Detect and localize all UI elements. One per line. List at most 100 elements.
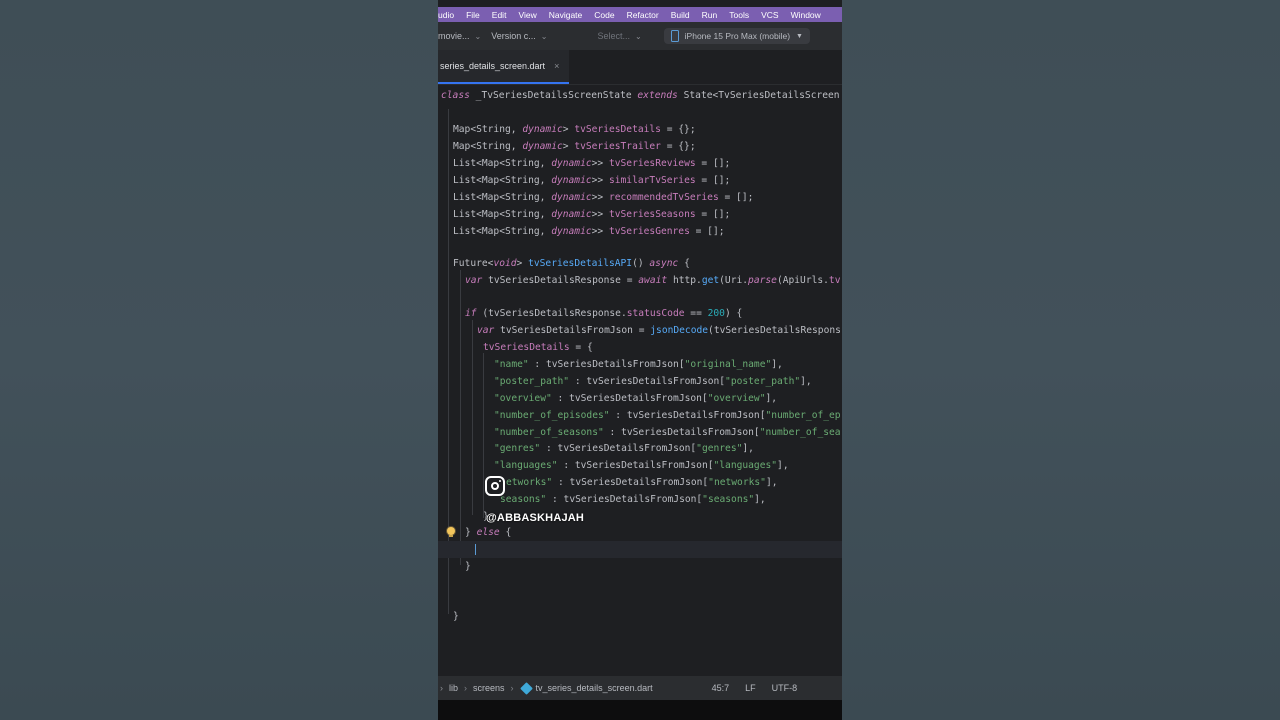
field-init: = []; bbox=[695, 175, 731, 186]
field-name: tvSeriesTrailer bbox=[574, 141, 661, 152]
field-type: List<Map<String, bbox=[453, 209, 552, 220]
code-text: ], bbox=[754, 494, 766, 505]
menu-item-tools[interactable]: Tools bbox=[729, 10, 749, 20]
var-keyword: var bbox=[465, 275, 483, 286]
background-right bbox=[842, 0, 1280, 720]
code-text: : tvSeriesDetailsFromJson[ bbox=[528, 359, 685, 370]
field-type-close: >> bbox=[591, 175, 604, 186]
code-line-field: Map<String, dynamic> tvSeriesTrailer = {… bbox=[438, 138, 842, 155]
code-line-map-entry: "poster_path" : tvSeriesDetailsFromJson[… bbox=[438, 373, 842, 390]
map-key: seasons" bbox=[500, 494, 547, 505]
menu-item-view[interactable]: View bbox=[518, 10, 536, 20]
field-init: = {}; bbox=[660, 141, 696, 152]
map-value: "number_of_sea bbox=[759, 427, 841, 438]
field-dynamic: dynamic bbox=[551, 226, 592, 237]
dart-file-icon bbox=[519, 681, 533, 695]
code-text: (Uri. bbox=[719, 275, 749, 286]
code-line-field: List<Map<String, dynamic>> tvSeriesGenre… bbox=[438, 223, 842, 240]
text-caret bbox=[475, 544, 476, 555]
open-brace: { bbox=[499, 527, 512, 538]
run-config-label: Select... bbox=[597, 31, 630, 41]
menu-item-edit[interactable]: Edit bbox=[492, 10, 507, 20]
breadcrumb-screens[interactable]: screens bbox=[473, 683, 505, 693]
editor-tabs: series_details_screen.dart × bbox=[438, 50, 842, 85]
field-init: = {}; bbox=[660, 124, 696, 135]
menu-item-app[interactable]: udio bbox=[438, 10, 454, 20]
menu-item-file[interactable]: File bbox=[466, 10, 480, 20]
map-key: "name" bbox=[494, 359, 529, 370]
code-text: http. bbox=[667, 275, 702, 286]
map-value: "networks" bbox=[708, 477, 766, 488]
field-init: = []; bbox=[689, 226, 725, 237]
phone-icon bbox=[670, 30, 679, 42]
menu-item-build[interactable]: Build bbox=[671, 10, 690, 20]
code-text: : tvSeriesDetailsFromJson[ bbox=[546, 494, 703, 505]
field-name: tvSeriesSeasons bbox=[608, 209, 696, 220]
code-editor[interactable]: class _TvSeriesDetailsScreenState extend… bbox=[438, 85, 842, 671]
future-type: Future< bbox=[453, 258, 494, 269]
if-keyword: if bbox=[465, 308, 477, 319]
cursor-position[interactable]: 45:7 bbox=[712, 683, 730, 693]
code-line-field: List<Map<String, dynamic>> tvSeriesSeaso… bbox=[438, 206, 842, 223]
device-selector[interactable]: iPhone 15 Pro Max (mobile) ▼ bbox=[663, 28, 810, 44]
else-keyword: else bbox=[476, 527, 500, 538]
code-text: (ApiUrls. bbox=[776, 275, 829, 286]
code-text: : tvSeriesDetailsFromJson[ bbox=[603, 427, 760, 438]
chevron-down-icon: ⌄ bbox=[474, 31, 482, 41]
code-text: ], bbox=[777, 460, 789, 471]
file-encoding[interactable]: UTF-8 bbox=[772, 683, 798, 693]
menu-item-vcs[interactable]: VCS bbox=[761, 10, 778, 20]
chevron-right-icon: › bbox=[510, 683, 514, 693]
map-key: etworks" bbox=[506, 477, 553, 488]
breadcrumb-file[interactable]: tv_series_details_screen.dart bbox=[536, 683, 653, 693]
code-line-map-entry: "overview" : tvSeriesDetailsFromJson["ov… bbox=[438, 390, 842, 407]
method-name: tvSeriesDetailsAPI bbox=[528, 258, 633, 269]
tab-tv-series-details[interactable]: series_details_screen.dart × bbox=[438, 50, 569, 84]
field-name: recommendedTvSeries bbox=[608, 192, 719, 203]
field-name: tvSeriesReviews bbox=[608, 158, 696, 169]
menu-item-navigate[interactable]: Navigate bbox=[549, 10, 583, 20]
code-text: ], bbox=[765, 477, 778, 488]
ide-window: udio File Edit View Navigate Code Refact… bbox=[438, 0, 842, 720]
version-control-selector[interactable]: Version c... ⌄ bbox=[491, 31, 547, 41]
chevron-right-icon: › bbox=[464, 683, 468, 693]
map-value: "genres" bbox=[696, 443, 743, 454]
code-line-map-entry: "languages" : tvSeriesDetailsFromJson["l… bbox=[438, 457, 842, 474]
field-type-close: >> bbox=[591, 192, 604, 203]
field-type-close: > bbox=[562, 124, 569, 135]
close-icon[interactable]: × bbox=[554, 61, 559, 71]
map-value: "seasons" bbox=[702, 494, 755, 505]
code-text: tv bbox=[828, 275, 841, 286]
code-line-current[interactable] bbox=[438, 541, 842, 558]
code-line-field: List<Map<String, dynamic>> recommendedTv… bbox=[438, 189, 842, 206]
code-text: tvSeriesDetailsFromJson = bbox=[494, 325, 651, 336]
menu-item-run[interactable]: Run bbox=[702, 10, 718, 20]
menu-item-refactor[interactable]: Refactor bbox=[627, 10, 659, 20]
menu-item-window[interactable]: Window bbox=[791, 10, 821, 20]
project-selector[interactable]: movie... ⌄ bbox=[438, 31, 481, 41]
status-code: statusCode bbox=[626, 308, 685, 319]
field-name: tvSeriesGenres bbox=[608, 226, 690, 237]
line-ending[interactable]: LF bbox=[745, 683, 756, 693]
code-line-map-entry: "number_of_seasons" : tvSeriesDetailsFro… bbox=[438, 424, 842, 441]
breadcrumb-lib[interactable]: lib bbox=[449, 683, 458, 693]
code-line-map-entry: "number_of_episodes" : tvSeriesDetailsFr… bbox=[438, 407, 842, 424]
field-type: List<Map<String, bbox=[453, 192, 552, 203]
keyword: extends bbox=[637, 90, 678, 101]
field-type-close: >> bbox=[591, 209, 604, 220]
class-name: _TvSeriesDetailsScreenState bbox=[475, 90, 632, 101]
code-text: : tvSeriesDetailsFromJson[ bbox=[557, 460, 714, 471]
code-text: (tvSeriesDetailsRespons bbox=[708, 325, 841, 336]
code-text: ], bbox=[800, 376, 812, 387]
code-text: : tvSeriesDetailsFromJson[ bbox=[609, 410, 766, 421]
code-text: : tvSeriesDetailsFromJson[ bbox=[551, 393, 708, 404]
run-config-selector[interactable]: Select... ⌄ bbox=[597, 31, 641, 41]
map-value: "poster_path" bbox=[725, 376, 801, 387]
menu-item-code[interactable]: Code bbox=[594, 10, 614, 20]
map-key: "number_of_seasons" bbox=[494, 427, 604, 438]
field-type: List<Map<String, bbox=[453, 158, 552, 169]
code-line-if: if (tvSeriesDetailsResponse.statusCode =… bbox=[438, 305, 842, 322]
tab-label: series_details_screen.dart bbox=[440, 61, 546, 71]
background-left bbox=[0, 0, 438, 720]
map-key: "poster_path" bbox=[494, 376, 570, 387]
